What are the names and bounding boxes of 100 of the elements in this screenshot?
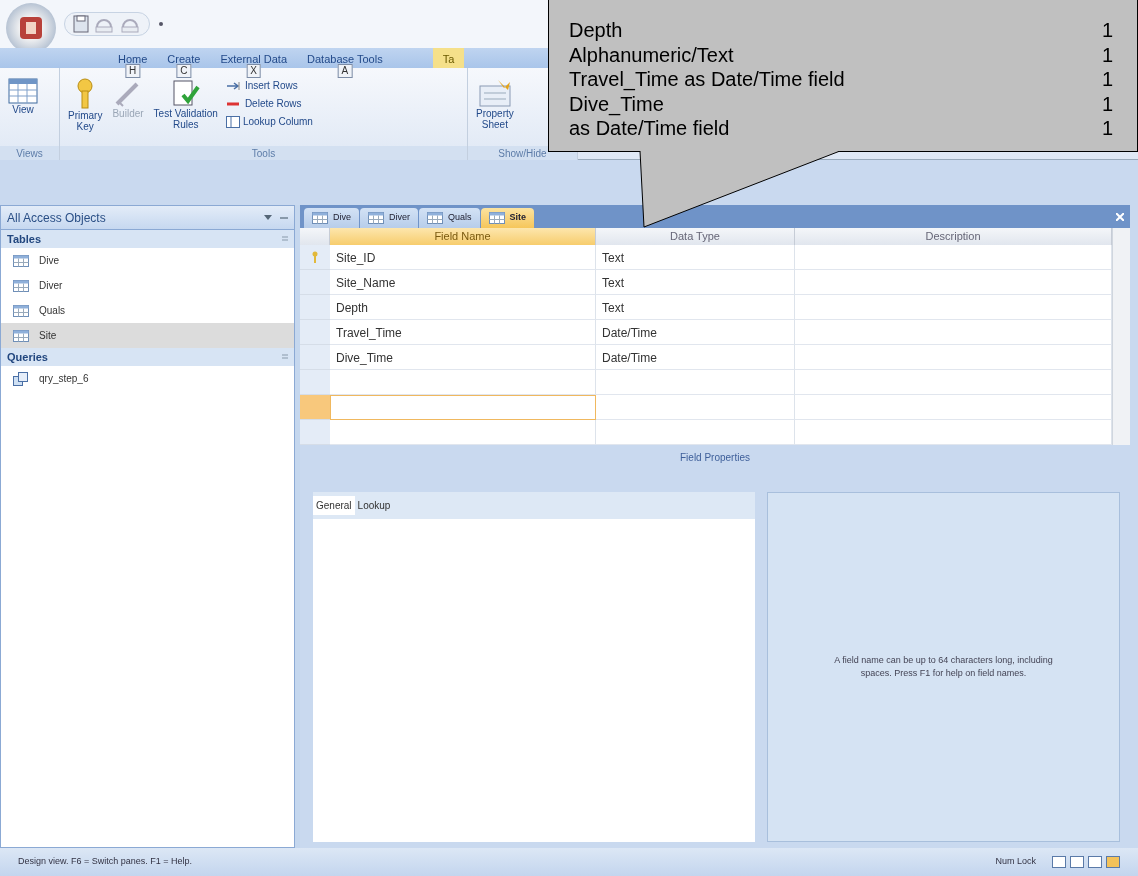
- table-cell[interactable]: Text: [596, 245, 795, 270]
- row-selector[interactable]: [300, 245, 330, 270]
- row-selector[interactable]: [300, 370, 330, 395]
- ribbon-button[interactable]: Insert Rows: [225, 78, 313, 93]
- ribbon-tab[interactable]: Ta: [432, 48, 465, 68]
- scrollbar[interactable]: [1112, 228, 1130, 445]
- table-cell[interactable]: [330, 420, 596, 445]
- status-indicator: Num Lock: [995, 855, 1036, 869]
- section-title: Tables: [7, 231, 42, 247]
- callout-text: Alphanumeric/Text: [569, 42, 735, 68]
- table-cell[interactable]: [330, 395, 596, 420]
- table-icon: [312, 212, 328, 224]
- table-icon: [427, 212, 444, 224]
- table-cell[interactable]: [795, 395, 1112, 420]
- property-sheet-icon: [477, 78, 512, 108]
- table-cell[interactable]: [795, 420, 1112, 445]
- ribbon-button[interactable]: Lookup Column: [225, 114, 313, 129]
- document-tab[interactable]: Quals: [419, 208, 480, 228]
- office-button[interactable]: [6, 3, 56, 48]
- row-selector[interactable]: [300, 295, 330, 320]
- nav-item[interactable]: Dive: [1, 248, 294, 273]
- row-selector[interactable]: [300, 270, 330, 295]
- table-cell[interactable]: [596, 370, 795, 395]
- table-cell[interactable]: Text: [596, 270, 795, 295]
- callout-text: Travel_Time as Date/Time field: [569, 67, 846, 92]
- section-title: Queries: [7, 349, 48, 365]
- callout-value: 1: [1102, 67, 1114, 92]
- row-selector[interactable]: [300, 345, 330, 370]
- table-cell[interactable]: Site_Name: [330, 270, 596, 295]
- callout-value: 1: [1102, 42, 1114, 68]
- table-cell[interactable]: Site_ID: [330, 245, 596, 270]
- column-header[interactable]: Field Name: [330, 228, 596, 245]
- lookup-column-icon: [225, 115, 240, 128]
- dropdown-icon: [264, 214, 272, 221]
- callout-value: 1: [1102, 18, 1114, 43]
- key-tip: H: [125, 64, 141, 78]
- nav-item[interactable]: Site: [1, 323, 294, 348]
- table-icon: [13, 279, 29, 292]
- group-label: Tools: [60, 146, 467, 160]
- table-cell[interactable]: Travel_Time: [330, 320, 596, 345]
- table-icon: [13, 254, 29, 267]
- row-selector[interactable]: [300, 420, 330, 445]
- header-corner: [300, 228, 330, 245]
- table-cell[interactable]: [795, 270, 1112, 295]
- document-tab[interactable]: Diver: [360, 208, 419, 228]
- ribbon-button[interactable]: Test Validation Rules: [151, 78, 220, 146]
- view-icon: [1088, 856, 1102, 868]
- table-cell[interactable]: Depth: [330, 295, 596, 320]
- property-tab[interactable]: Lookup: [354, 496, 394, 515]
- table-cell[interactable]: [596, 420, 795, 445]
- insert-rows-icon: [225, 80, 242, 91]
- close-icon[interactable]: [1116, 213, 1124, 222]
- callout-value: 1: [1102, 91, 1114, 117]
- group-label: Views: [0, 146, 59, 160]
- ribbon-button[interactable]: View: [6, 78, 40, 146]
- column-header[interactable]: Description: [795, 228, 1112, 245]
- table-icon: [13, 304, 29, 317]
- document-tab[interactable]: Dive: [304, 208, 359, 228]
- ribbon-button[interactable]: Primary Key: [66, 78, 105, 146]
- view-icon: [1070, 856, 1084, 868]
- save-icon: [73, 15, 89, 33]
- section-header[interactable]: Tables: [1, 230, 294, 248]
- section-title: Field Properties: [679, 451, 751, 465]
- property-tab[interactable]: General: [313, 496, 355, 515]
- table-cell[interactable]: [596, 395, 795, 420]
- table-cell[interactable]: Date/Time: [596, 345, 795, 370]
- row-selector[interactable]: [300, 395, 330, 420]
- table-cell[interactable]: Date/Time: [596, 320, 795, 345]
- table-icon: [13, 329, 29, 342]
- table-cell[interactable]: [795, 345, 1112, 370]
- callout-text: as Date/Time field: [569, 116, 731, 141]
- table-cell[interactable]: [795, 320, 1112, 345]
- key-icon: [312, 251, 318, 263]
- pane-title: All Access Objects: [7, 209, 106, 227]
- column-header[interactable]: Data Type: [596, 228, 795, 245]
- table-icon: [488, 212, 505, 224]
- ribbon-button[interactable]: Delete Rows: [225, 96, 313, 111]
- status-text: Design view. F6 = Switch panes. F1 = Help.: [18, 855, 193, 869]
- key-tip: A: [337, 64, 353, 78]
- row-selector[interactable]: [300, 320, 330, 345]
- table-cell[interactable]: [795, 245, 1112, 270]
- table-cell[interactable]: [330, 370, 596, 395]
- key-tip: X: [246, 64, 262, 78]
- table-cell[interactable]: Dive_Time: [330, 345, 596, 370]
- table-icon: [368, 212, 384, 224]
- nav-item[interactable]: qry_step_6: [1, 366, 294, 391]
- datasheet-icon: [8, 78, 38, 104]
- table-cell[interactable]: Text: [596, 295, 795, 320]
- section-header[interactable]: Queries: [1, 348, 294, 366]
- table-cell[interactable]: [795, 370, 1112, 395]
- query-icon: [13, 371, 29, 386]
- nav-item[interactable]: Diver: [1, 273, 294, 298]
- collapse-icon: [280, 214, 288, 221]
- ribbon-button[interactable]: Property Sheet: [474, 78, 516, 146]
- document-tab[interactable]: Site: [480, 208, 535, 228]
- view-icon: [1106, 856, 1120, 868]
- collapse-icon: [282, 354, 288, 360]
- nav-item[interactable]: Quals: [1, 298, 294, 323]
- callout-text: Depth: [569, 18, 624, 43]
- table-cell[interactable]: [795, 295, 1112, 320]
